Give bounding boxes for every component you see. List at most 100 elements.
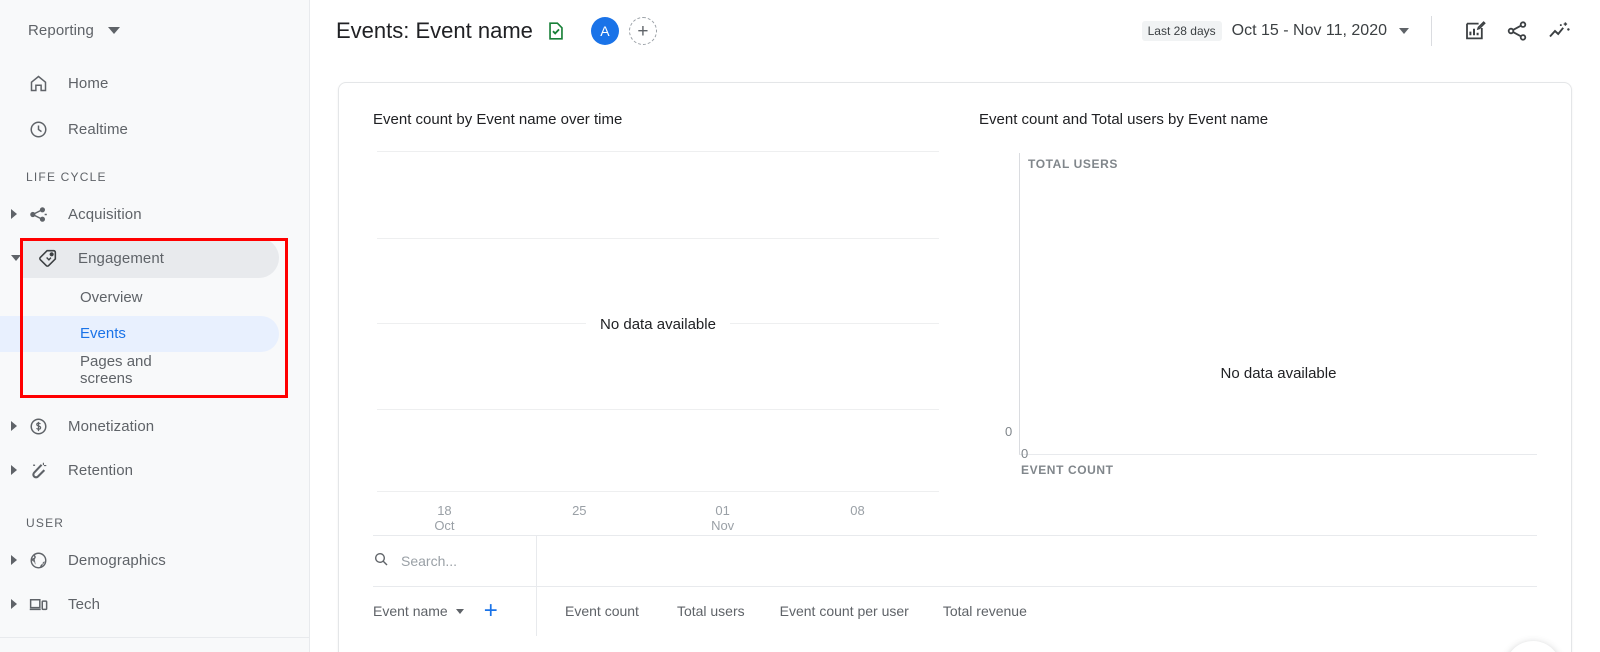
sidebar-item-overview[interactable]: Overview — [0, 280, 309, 316]
page-title: Events: Event name — [336, 18, 533, 43]
chevron-right-icon — [11, 555, 17, 565]
x-axis-label: EVENT COUNT — [1021, 463, 1114, 477]
retention-icon — [26, 458, 50, 482]
sidebar-item-label: Realtime — [68, 120, 128, 138]
no-data-text: No data available — [586, 316, 730, 333]
search-placeholder: Search... — [401, 553, 458, 569]
chevron-right-icon — [11, 465, 17, 475]
top-bar-right: Last 28 days Oct 15 - Nov 11, 2020 — [1141, 14, 1576, 48]
x-tick: 0 — [1021, 446, 1029, 461]
top-bar: Events: Event name A + Last 28 days Oct … — [310, 0, 1600, 62]
date-range-text[interactable]: Oct 15 - Nov 11, 2020 — [1232, 22, 1387, 40]
no-data-message: No data available — [377, 316, 939, 333]
chevron-down-icon[interactable] — [1399, 28, 1409, 34]
line-chart-panel: Event count by Event name over time No d… — [339, 83, 959, 535]
document-check-icon[interactable] — [545, 20, 567, 42]
edit-chart-icon[interactable] — [1458, 14, 1492, 48]
sidebar-item-label: Engagement — [78, 249, 165, 267]
chevron-right-icon — [11, 421, 17, 431]
sidebar-item-pages-and-screens[interactable]: Pages and screens — [0, 352, 309, 398]
sidebar-item-label: Overview — [80, 289, 143, 307]
column-header-total-users[interactable]: Total users — [677, 603, 745, 619]
dollar-circle-icon — [26, 414, 50, 438]
x-tick-month: Oct — [434, 518, 455, 533]
sidebar-item-label: Acquisition — [68, 205, 142, 223]
divider — [1431, 16, 1432, 46]
data-table: Search... Event name + Event count Total… — [339, 535, 1571, 652]
column-header-total-revenue[interactable]: Total revenue — [943, 603, 1027, 619]
section-label-user: USER — [26, 516, 65, 530]
gridline — [377, 238, 939, 239]
add-circle-dashed-icon[interactable]: + — [628, 17, 657, 45]
sidebar-item-home[interactable]: Home — [0, 60, 309, 106]
y-axis-label: TOTAL USERS — [1028, 157, 1118, 171]
sidebar-item-events[interactable]: Events — [0, 316, 309, 352]
charts-row: Event count by Event name over time No d… — [339, 83, 1571, 535]
sidebar-item-monetization[interactable]: Monetization — [0, 404, 309, 448]
column-header-event-count-per-user[interactable]: Event count per user — [780, 603, 909, 619]
sidebar-item-engagement[interactable]: Engagement — [0, 236, 309, 280]
sidebar-item-acquisition[interactable]: Acquisition — [0, 192, 309, 236]
x-tick: 25 — [572, 503, 586, 518]
gridline — [377, 151, 939, 152]
table-header-row: Event name + Event count Total users Eve… — [339, 586, 1571, 636]
sidebar-item-tech[interactable]: Tech — [0, 582, 309, 626]
sidebar-divider — [0, 637, 309, 638]
gridline — [377, 409, 939, 410]
sidebar-item-label: Demographics — [68, 551, 166, 569]
home-icon — [26, 71, 50, 95]
tag-icon — [36, 246, 60, 270]
chevron-down-icon[interactable] — [455, 608, 464, 614]
section-label-life-cycle: LIFE CYCLE — [26, 170, 107, 184]
search-input[interactable]: Search... — [339, 536, 537, 586]
x-tick-day: 08 — [850, 503, 865, 518]
sidebar-item-demographics[interactable]: Demographics — [0, 538, 309, 582]
reporting-selector[interactable]: Reporting — [0, 0, 309, 60]
sidebar: Reporting Home Realtime LIFE CYCLE Acqui… — [0, 0, 310, 652]
x-tick-day: 01 — [715, 503, 730, 518]
devices-icon — [26, 592, 50, 616]
clock-icon — [26, 117, 50, 141]
avatar[interactable]: A — [590, 17, 619, 45]
gridline — [377, 491, 939, 492]
chart-title: Event count by Event name over time — [373, 111, 623, 128]
sidebar-item-label: Events — [80, 325, 126, 343]
x-tick: 08 — [850, 503, 864, 518]
column-header-event-count[interactable]: Event count — [565, 603, 639, 619]
no-data-message: No data available — [1220, 365, 1337, 382]
sidebar-item-realtime[interactable]: Realtime — [0, 106, 309, 152]
acquisition-icon — [26, 202, 50, 226]
chevron-down-icon — [107, 26, 120, 34]
x-tick-day: 25 — [572, 503, 587, 518]
sidebar-item-label: Monetization — [68, 417, 155, 435]
dimension-header-label: Event name — [373, 603, 448, 619]
x-tick-day: 18 — [437, 503, 452, 518]
reporting-label: Reporting — [28, 21, 94, 39]
chevron-right-icon — [11, 209, 17, 219]
chevron-down-icon — [11, 255, 21, 261]
sidebar-item-label: Retention — [68, 461, 134, 479]
search-icon — [373, 551, 389, 572]
y-tick: 0 — [1005, 424, 1013, 439]
x-tick: 18 Oct — [434, 503, 454, 533]
dimension-header[interactable]: Event name + — [339, 586, 537, 636]
analytics-app: Reporting Home Realtime LIFE CYCLE Acqui… — [0, 0, 1600, 652]
line-chart-plot: No data available — [377, 151, 939, 501]
sidebar-item-label: Pages and screens — [80, 353, 152, 388]
x-tick: 01 Nov — [711, 503, 734, 533]
insights-icon[interactable] — [1542, 14, 1576, 48]
globe-icon — [26, 548, 50, 572]
chart-title: Event count and Total users by Event nam… — [979, 111, 1269, 128]
date-range-badge: Last 28 days — [1141, 21, 1222, 41]
scatter-chart-plot: TOTAL USERS No data available — [1019, 153, 1537, 455]
sidebar-item-retention[interactable]: Retention — [0, 448, 309, 492]
share-icon[interactable] — [1500, 14, 1534, 48]
sidebar-item-label: Home — [68, 74, 109, 92]
x-tick-month: Nov — [711, 518, 735, 533]
search-row: Search... — [339, 536, 1571, 586]
main-content: Events: Event name A + Last 28 days Oct … — [310, 0, 1600, 652]
report-card: Event count by Event name over time No d… — [338, 82, 1572, 652]
sidebar-item-label: Tech — [68, 595, 101, 613]
add-dimension-button[interactable]: + — [484, 599, 498, 623]
chevron-right-icon — [11, 599, 17, 609]
